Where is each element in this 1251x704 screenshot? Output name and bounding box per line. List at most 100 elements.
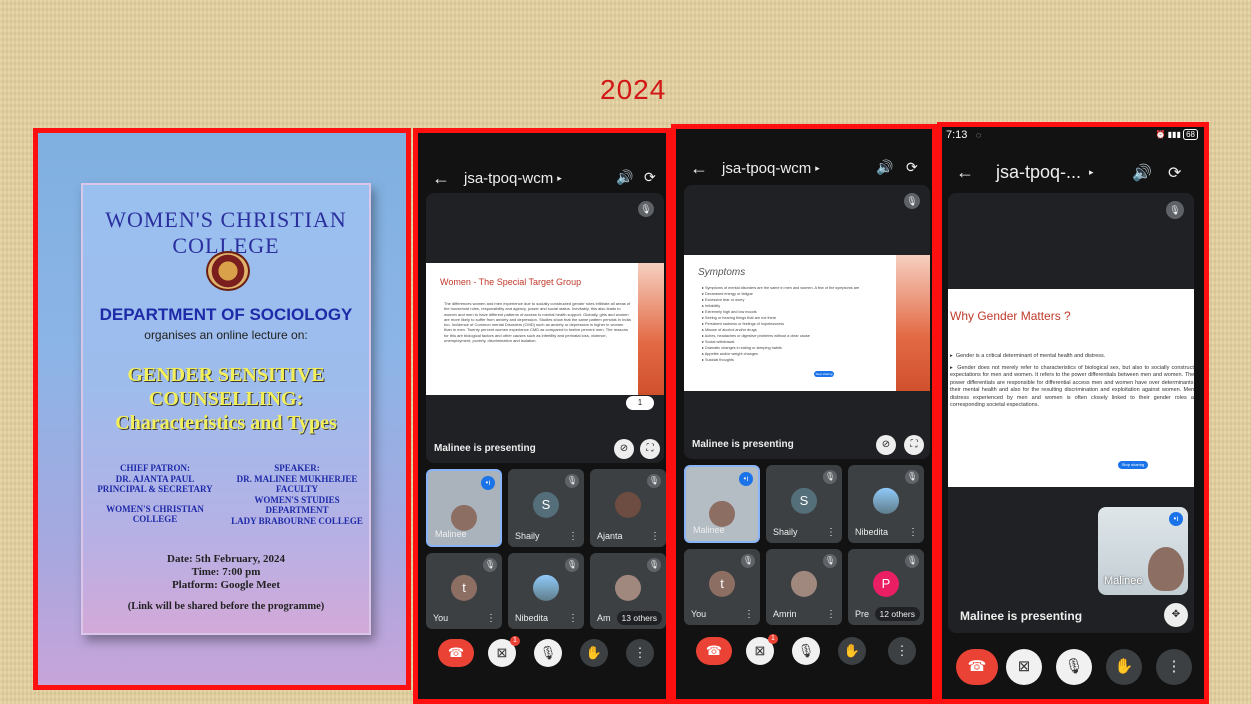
participant-name: Nibedita xyxy=(855,527,889,537)
mic-off-pin-icon[interactable]: ⊘ xyxy=(614,439,634,459)
raise-hand-button[interactable]: ✋ xyxy=(838,637,866,665)
more-options-icon[interactable]: ⋮ xyxy=(568,531,578,542)
presentation-stage: 🎙 Women - The Special Target Group The d… xyxy=(426,193,664,463)
mic-off-button[interactable]: 🎙 xyxy=(792,637,820,665)
caret-right-icon[interactable]: ▸ xyxy=(815,163,820,174)
presenting-label: Malinee is presenting xyxy=(434,443,536,454)
mic-off-icon: 🎙 xyxy=(647,558,661,572)
switch-camera-icon[interactable]: ⟳ xyxy=(906,159,918,176)
others-count[interactable]: 13 others xyxy=(616,611,662,625)
more-options-icon[interactable]: ⋮ xyxy=(568,613,578,624)
others-count[interactable]: 12 others xyxy=(874,607,920,621)
slide-body: The differences women and men experience… xyxy=(444,301,631,344)
caret-right-icon[interactable]: ▸ xyxy=(1089,167,1094,178)
avatar-photo xyxy=(615,491,641,518)
stop-sharing-button[interactable]: Stop sharing xyxy=(1118,461,1148,469)
avatar-photo xyxy=(533,574,559,601)
switch-camera-icon[interactable]: ⟳ xyxy=(644,169,656,186)
fullscreen-icon[interactable]: ⛶ xyxy=(904,435,924,455)
status-time: 7:13 xyxy=(946,129,968,141)
raise-hand-button[interactable]: ✋ xyxy=(1106,649,1142,685)
more-options-icon[interactable]: ⋮ xyxy=(650,531,660,542)
mic-off-button[interactable]: 🎙 xyxy=(534,639,562,667)
department-title: DEPARTMENT OF SOCIOLOGY xyxy=(99,305,353,324)
patron-name: DR. AJANTA PAUL xyxy=(115,473,195,484)
slide-bullets: ▸ Symptoms of mental disorders are the s… xyxy=(702,285,902,363)
participant-tile[interactable]: 🎙 S Shaily ⋮ xyxy=(766,465,842,543)
phone3-screen: 7:13 ◌ ⏰ ▮▮▮ 68 ← jsa-tpoq-... ▸ 🔊 ⟳ 🎙 W… xyxy=(942,127,1204,699)
participant-tile[interactable]: 🎙 Ajanta ⋮ xyxy=(590,469,666,547)
participant-tile[interactable]: 🎙 Amrin ⋮ xyxy=(766,549,842,625)
slide-bullet-2-text: Gender does not merely refer to characte… xyxy=(950,365,1194,409)
participant-name: Amrin xyxy=(773,609,797,619)
participant-tile[interactable]: 🎙 t You ⋮ xyxy=(684,549,760,625)
participant-photo xyxy=(709,501,735,528)
phone2-screen: ← jsa-tpoq-wcm ▸ 🔊 ⟳ 🎙 Symptoms ▸ Sympto… xyxy=(676,129,932,699)
participant-tile[interactable]: 🎙 P Pre 12 others xyxy=(848,549,924,625)
mic-off-icon: 🎙 xyxy=(823,470,837,484)
end-call-button[interactable]: ☎ xyxy=(438,639,474,667)
participant-tile[interactable]: 🎙 S Shaily ⋮ xyxy=(508,469,584,547)
end-call-button[interactable]: ☎ xyxy=(696,637,732,665)
collapse-icon[interactable]: ✥ xyxy=(1164,603,1188,627)
more-options-button[interactable]: ⋮ xyxy=(626,639,654,667)
participant-tile[interactable]: 🎙 t You ⋮ xyxy=(426,553,502,629)
meeting-code[interactable]: jsa-tpoq-wcm xyxy=(722,160,811,177)
more-options-icon[interactable]: ⋮ xyxy=(826,609,836,620)
participant-tile[interactable]: •ı Malinee xyxy=(426,469,502,547)
poster-card: WOMEN'S CHRISTIAN COLLEGE DEPARTMENT OF … xyxy=(81,183,371,635)
back-arrow-icon[interactable]: ← xyxy=(956,162,974,183)
slide-bullet-2: ▸ Gender does not merely refer to charac… xyxy=(950,365,1194,409)
more-options-icon[interactable]: ⋮ xyxy=(486,613,496,624)
event-platform: Platform: Google Meet xyxy=(171,579,281,591)
switch-camera-icon[interactable]: ⟳ xyxy=(1168,163,1181,183)
back-arrow-icon[interactable]: ← xyxy=(432,168,450,189)
self-view[interactable]: •ı Malinee xyxy=(1098,507,1188,595)
phone2-frame: ← jsa-tpoq-wcm ▸ 🔊 ⟳ 🎙 Symptoms ▸ Sympto… xyxy=(671,124,937,704)
end-call-button[interactable]: ☎ xyxy=(956,649,998,685)
phone1-frame: ← jsa-tpoq-wcm ▸ 🔊 ⟳ 🎙 Women - The Speci… xyxy=(413,128,671,704)
avatar: S xyxy=(533,491,559,518)
more-options-icon[interactable]: ⋮ xyxy=(744,609,754,620)
lecture-title-line3: Characteristics and Types xyxy=(115,412,337,434)
participant-name: You xyxy=(433,613,449,623)
more-options-icon[interactable]: ⋮ xyxy=(826,527,836,538)
speaker-icon[interactable]: 🔊 xyxy=(616,169,633,186)
patron-college-line1: WOMEN'S CHRISTIAN xyxy=(106,503,204,514)
back-arrow-icon[interactable]: ← xyxy=(690,158,708,179)
page-indicator: 1 xyxy=(626,396,654,410)
speaker-name: DR. MALINEE MUKHERJEE xyxy=(236,473,358,484)
raise-hand-button[interactable]: ✋ xyxy=(580,639,608,667)
camera-off-button[interactable]: ⊠ xyxy=(1006,649,1042,685)
caret-right-icon[interactable]: ▸ xyxy=(557,173,562,184)
presenting-label: Malinee is presenting xyxy=(692,439,794,450)
patron-heading: CHIEF PATRON: xyxy=(119,463,191,473)
stop-sharing-button[interactable]: Stop sharing xyxy=(814,371,834,377)
fullscreen-icon[interactable]: ⛶ xyxy=(640,439,660,459)
avatar-photo xyxy=(873,487,899,514)
phone3-topbar: ← jsa-tpoq-... ▸ xyxy=(942,157,1204,187)
participant-tile[interactable]: •ı Malinee xyxy=(684,465,760,543)
mic-off-pin-icon[interactable]: ⊘ xyxy=(876,435,896,455)
mic-off-icon: 🎙 xyxy=(741,554,755,568)
more-options-button[interactable]: ⋮ xyxy=(1156,649,1192,685)
meeting-code[interactable]: jsa-tpoq-wcm xyxy=(464,170,553,187)
speaker-icon[interactable]: 🔊 xyxy=(876,159,893,176)
mic-off-button[interactable]: 🎙 xyxy=(1056,649,1092,685)
participant-tile[interactable]: 🎙 Am 13 others xyxy=(590,553,666,629)
participant-tile[interactable]: 🎙 Nibedita ⋮ xyxy=(848,465,924,543)
speaker-icon[interactable]: 🔊 xyxy=(1132,163,1152,183)
participant-tile[interactable]: 🎙 Nibedita ⋮ xyxy=(508,553,584,629)
speaker-dept2: DEPARTMENT xyxy=(265,505,329,515)
meeting-code[interactable]: jsa-tpoq-... xyxy=(996,162,1081,183)
patron-role: PRINCIPAL & SECRETARY xyxy=(97,484,213,494)
participant-name: You xyxy=(691,609,707,619)
more-options-button[interactable]: ⋮ xyxy=(888,637,916,665)
avatar-photo xyxy=(615,574,641,601)
participant-name: Malinee xyxy=(435,529,467,539)
mic-off-icon: 🎙 xyxy=(565,474,579,488)
presentation-stage: 🎙 Why Gender Matters ? ▸ Gender is a cri… xyxy=(948,193,1194,633)
shared-slide: Women - The Special Target Group The dif… xyxy=(426,263,664,395)
slide-bullet-item: ▸ Suicidal thoughts xyxy=(702,358,734,362)
more-options-icon[interactable]: ⋮ xyxy=(908,527,918,538)
